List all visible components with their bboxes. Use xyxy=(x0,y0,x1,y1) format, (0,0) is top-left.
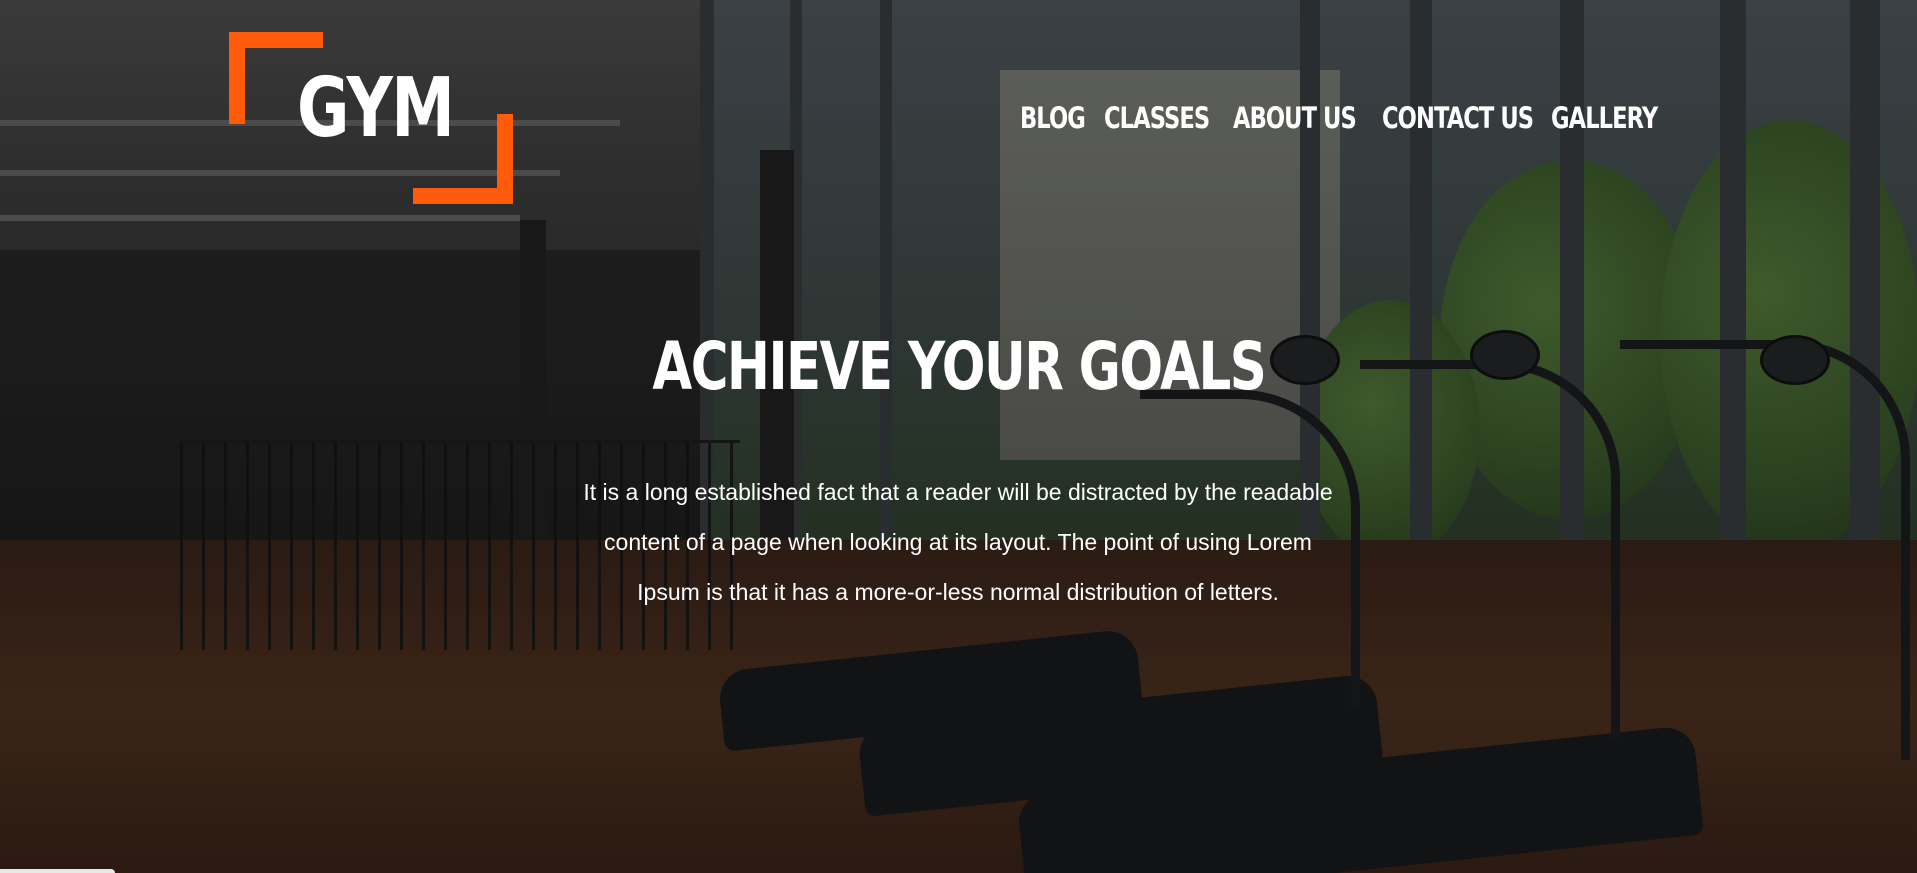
nav-item-about-us[interactable]: ABOUT US xyxy=(1233,104,1358,133)
nav-item-gallery[interactable]: GALLERY xyxy=(1551,104,1658,133)
treadmill xyxy=(716,628,1144,752)
gym-logo[interactable]: GYM xyxy=(229,32,513,204)
nav-item-contact-us[interactable]: CONTACT US xyxy=(1382,104,1534,133)
nav-item-blog[interactable]: BLOG xyxy=(1020,104,1097,133)
hero-section: GYM BLOG CLASSES ABOUT US CONTACT US GAL… xyxy=(0,0,1917,873)
treadmill-arm xyxy=(1620,340,1910,760)
ceiling-beam xyxy=(0,215,520,221)
treadmill xyxy=(1016,724,1704,873)
hero-headline-text: ACHIEVE YOUR GOALS xyxy=(652,328,1266,405)
corner-tab xyxy=(0,869,115,873)
treadmill-arm xyxy=(1360,360,1620,740)
treadmill xyxy=(856,673,1384,817)
hero-description: It is a long established fact that a rea… xyxy=(583,479,1333,605)
hero-headline: ACHIEVE YOUR GOALS xyxy=(0,334,1917,400)
logo-text: GYM xyxy=(297,61,455,156)
main-nav: BLOG CLASSES ABOUT US CONTACT US GALLERY xyxy=(1020,104,1671,133)
pillar xyxy=(520,220,546,640)
nav-item-classes[interactable]: CLASSES xyxy=(1104,104,1213,133)
